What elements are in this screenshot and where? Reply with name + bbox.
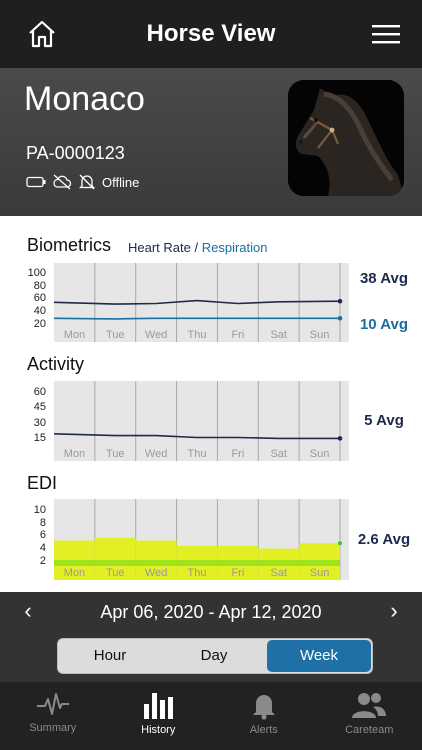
edi-tick: 2 [39,555,46,567]
cloud-off-icon [53,174,72,190]
page-title: Horse View [146,20,276,47]
day-label: Fri [231,329,244,341]
day-label: Sun [310,448,330,460]
tab-summary[interactable]: Summary [0,682,106,750]
day-label: Thu [188,567,207,579]
biometrics-legend: Heart Rate / Respiration [128,240,267,255]
device-status: Offline [26,174,139,190]
horse-id: PA-0000123 [26,143,125,163]
status-text: Offline [102,174,140,190]
date-range: Apr 06, 2020 - Apr 12, 2020 [100,602,322,622]
series-end-point [337,436,343,441]
segment-hour[interactable]: Hour [58,639,162,673]
biometrics-tick: 60 [33,292,46,304]
edi-tick: 6 [39,529,46,541]
activity-title: Activity [27,354,85,374]
segment-week[interactable]: Week [267,640,371,672]
edi-tick: 10 [33,504,46,516]
tab-alerts[interactable]: Alerts [211,682,317,750]
legend-respiration[interactable]: Respiration [202,240,268,255]
horse-name: Monaco [24,80,145,118]
segment-day[interactable]: Day [162,639,266,673]
day-label: Sun [310,329,330,341]
edi-end-point [338,541,342,546]
day-label: Thu [188,329,207,341]
horse-info-panel: Monaco PA-0000123 Offline [0,68,422,216]
day-label: Mon [64,329,85,341]
day-label: Tue [106,329,125,341]
day-label: Mon [64,567,85,579]
series-line [54,433,340,440]
legend-heart-rate[interactable]: Heart Rate [128,240,191,255]
activity-tick: 60 [33,386,46,398]
hamburger-menu-icon[interactable] [372,24,400,44]
edi-baseline-band [54,560,340,566]
day-label: Sat [270,448,287,460]
bell-icon [252,695,275,720]
edi-avg: 2.6 Avg [357,531,411,548]
day-label: Wed [145,329,167,341]
series-line [54,317,340,320]
date-range-bar: ‹ Apr 06, 2020 - Apr 12, 2020 › Hour Day… [0,592,422,682]
edi-chart-svg: Mon Tue Wed Thu Fri Sat Sun [54,499,342,580]
activity-tick: 15 [33,432,46,444]
series-end-point [337,316,343,321]
top-bar: Horse View [0,0,422,68]
bar-chart-icon [144,693,174,719]
day-label: Wed [145,448,167,460]
edi-title: EDI [27,473,58,493]
edi-tick: 4 [39,542,46,554]
biometrics-chart-svg: Mon Tue Wed Thu Fri Sat Sun [54,263,343,342]
biometrics-tick: 100 [27,267,46,279]
time-scale-selector: Hour Day Week [57,638,373,674]
activity-avg: 5 Avg [364,412,404,429]
tab-careteam[interactable]: Careteam [317,682,422,750]
biometrics-tick: 80 [33,280,46,292]
horse-image [288,80,404,196]
next-week-chevron-icon[interactable]: › [382,598,406,624]
series-line [54,299,341,305]
bottom-tab-bar: Summary History Alerts Careteam [0,682,422,750]
day-label: Sat [270,329,287,341]
series-end-point [337,298,343,304]
heart-rate-avg: 38 Avg [359,270,409,287]
activity-tick: 45 [33,401,46,413]
tab-summary-label: Summary [29,722,77,734]
edi-tick: 8 [39,517,46,529]
legend-separator: / [190,240,202,255]
activity-chart[interactable]: Mon Tue Wed Thu Fri Sat Sun [54,381,349,461]
activity-chart-svg: Mon Tue Wed Thu Fri Sat Sun [54,381,343,461]
biometrics-tick: 40 [33,305,46,317]
battery-icon [26,176,46,188]
day-label: Tue [106,567,125,579]
tab-history-label: History [141,724,176,736]
biometrics-chart[interactable]: Mon Tue Wed Thu Fri Sat Sun [54,263,349,342]
activity-tick: 30 [33,417,46,429]
tab-alerts-label: Alerts [249,724,278,736]
day-label: Sun [310,567,330,579]
day-label: Fri [231,567,244,579]
tab-careteam-label: Careteam [345,724,394,736]
day-label: Wed [145,567,167,579]
tab-history[interactable]: History [106,682,212,750]
respiration-avg: 10 Avg [359,316,409,333]
biometrics-tick: 20 [33,318,46,330]
bell-off-icon [78,174,96,190]
day-label: Fri [231,448,244,460]
day-label: Sat [270,567,287,579]
edi-chart[interactable]: Mon Tue Wed Thu Fri Sat Sun [54,499,349,580]
people-icon [352,693,387,718]
day-label: Tue [106,448,125,460]
biometrics-title: Biometrics [27,235,112,255]
horse-photo[interactable] [288,80,404,196]
day-label: Mon [64,448,85,460]
day-label: Thu [188,448,207,460]
pulse-icon [36,693,69,715]
